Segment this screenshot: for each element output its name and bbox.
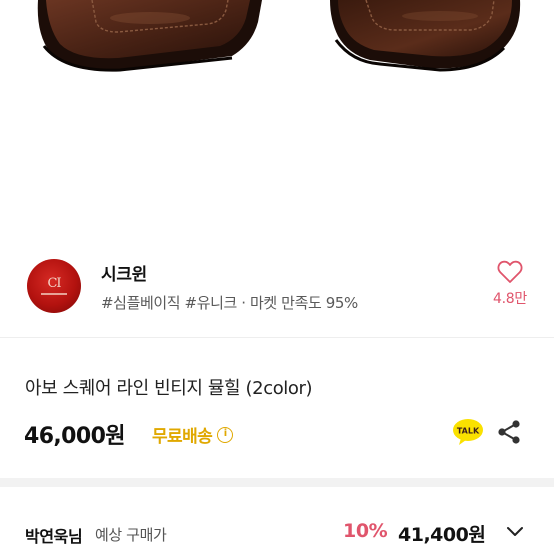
like-count: 4.8만 — [493, 291, 527, 307]
shipping-label: 무료배송 — [152, 427, 213, 447]
heart-outline-icon — [497, 260, 523, 283]
expected-price: 41,400원 — [398, 524, 486, 546]
shop-logo-underline — [41, 293, 67, 295]
section-divider — [0, 337, 554, 338]
kakaotalk-icon: TALK — [453, 419, 483, 445]
talk-label: TALK — [457, 427, 480, 436]
info-circle-icon[interactable]: i — [217, 426, 234, 443]
discount-rate: 10% — [343, 520, 388, 542]
buyer-name: 박연욱님 — [25, 527, 83, 546]
share-button[interactable] — [496, 419, 522, 445]
shop-name[interactable]: 시크윈 — [101, 260, 147, 285]
shipping-info[interactable]: 무료배송 i — [152, 422, 234, 447]
product-image[interactable] — [0, 0, 554, 240]
chevron-down-icon — [507, 527, 523, 536]
expected-price-label: 예상 구매가 — [95, 526, 167, 544]
shop-logo-monogram: CI — [47, 276, 61, 291]
section-gap — [0, 478, 554, 487]
product-title: 아보 스퀘어 라인 빈티지 뮬힐 (2color) — [25, 378, 313, 399]
kakaotalk-share-button[interactable]: TALK — [452, 418, 484, 446]
expand-button[interactable] — [505, 524, 525, 540]
shop-tags: #심플베이직 #유니크 · 마켓 만족도 95% — [101, 294, 358, 312]
like-button[interactable]: 4.8만 — [484, 260, 536, 316]
shop-logo[interactable]: CI — [27, 259, 81, 313]
shoe-photo — [37, 0, 521, 72]
share-icon — [498, 420, 520, 444]
product-price: 46,000원 — [24, 424, 126, 449]
